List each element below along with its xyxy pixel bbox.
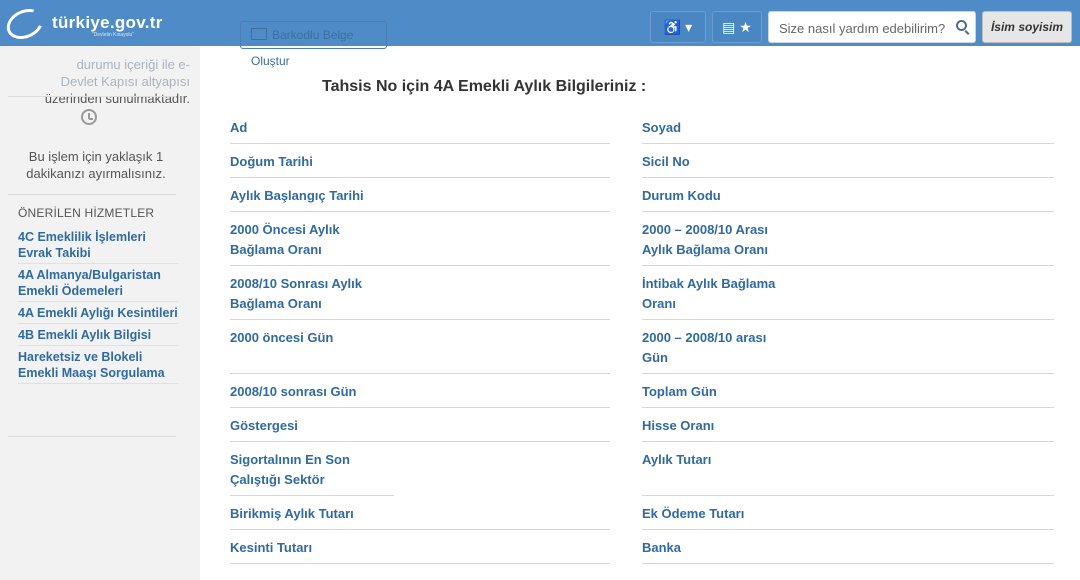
- page-title: Tahsis No için 4A Emekli Aylık Bilgileri…: [322, 78, 647, 95]
- field-label: Banka: [642, 540, 682, 555]
- field-kesinti-tutari: Kesinti Tutarı: [230, 530, 610, 564]
- suggested-link-4c-evrak[interactable]: 4C Emeklilik İşlemleri Evrak Takibi: [18, 229, 178, 264]
- field-label: 2000 Öncesi Aylık: [230, 222, 340, 237]
- suggested-link-4a-kesintiler[interactable]: 4A Emekli Aylığı Kesintileri: [18, 305, 178, 324]
- search-box[interactable]: [768, 11, 976, 43]
- user-menu-button[interactable]: İsim soyisim: [982, 11, 1072, 43]
- card-star-icon: ▤ ★: [722, 19, 752, 35]
- field-label: 2000 öncesi Gün: [230, 330, 334, 345]
- field-label: Bağlama Oranı: [230, 242, 322, 257]
- field-label: Ek Ödeme Tutarı: [642, 506, 745, 521]
- field-ad: Ad: [230, 110, 610, 144]
- left-field-column: Ad Doğum Tarihi Aylık Başlangıç Tarihi 2…: [230, 110, 610, 564]
- field-intibak-oran: İntibak Aylık Bağlama Oranı: [642, 266, 1054, 320]
- field-aylik-baslangic: Aylık Başlangıç Tarihi: [230, 178, 610, 212]
- document-icon: [251, 28, 267, 40]
- sidebar: durumu içeriği ile e- Devlet Kapısı alty…: [0, 0, 200, 580]
- field-gostergesi: Göstergesi: [230, 408, 610, 442]
- field-label: 2008/10 sonrası Gün: [230, 384, 357, 399]
- field-label: Soyad: [642, 120, 682, 135]
- field-hisse-orani: Hisse Oranı: [642, 408, 1054, 442]
- field-label: Oranı: [642, 296, 676, 311]
- field-2008-sonrasi-gun: 2008/10 sonrası Gün: [230, 374, 610, 408]
- field-label: Toplam Gün: [642, 384, 717, 399]
- field-label: Aylık Başlangıç Tarihi: [230, 188, 364, 203]
- field-ek-odeme: Ek Ödeme Tutarı: [642, 496, 1054, 530]
- sidebar-intro-line: üzerinden sunulmaktadır.: [44, 91, 190, 106]
- field-label: Çalıştığı Sektör: [230, 472, 325, 487]
- field-label: Kesinti Tutarı: [230, 540, 313, 555]
- field-2000-2008-oran: 2000 – 2008/10 Arası Aylık Bağlama Oranı: [642, 212, 1054, 266]
- favorites-button[interactable]: ▤ ★: [712, 11, 762, 43]
- suggested-link-4b-aylik[interactable]: 4B Emekli Aylık Bilgisi: [18, 327, 178, 346]
- field-label: Doğum Tarihi: [230, 154, 313, 169]
- top-header: türkiye.gov.tr “Devletin Kısayolu” ♿ ▾ ▤…: [0, 0, 1080, 46]
- field-label: Birikmiş Aylık Tutarı: [230, 506, 354, 521]
- sidebar-divider: [8, 194, 176, 195]
- turkiye-gov-logo[interactable]: türkiye.gov.tr “Devletin Kısayolu”: [1, 3, 202, 45]
- field-durum-kodu: Durum Kodu: [642, 178, 1054, 212]
- suggested-link-hareketsiz[interactable]: Hareketsiz ve Blokeli Emekli Maaşı Sorgu…: [18, 349, 178, 384]
- search-input[interactable]: [777, 16, 951, 40]
- sidebar-intro-faded-2: Devlet Kapısı altyapısı: [60, 74, 190, 89]
- field-label: İntibak Aylık Bağlama: [642, 276, 776, 291]
- field-soyad: Soyad: [642, 110, 1054, 144]
- sidebar-intro-faded-1: durumu içeriği ile e-: [76, 57, 190, 72]
- field-label: 2000 – 2008/10 arası: [642, 330, 767, 345]
- field-sicil-no: Sicil No: [642, 144, 1054, 178]
- sidebar-time-estimate: Bu işlem için yaklaşık 1 dakikanızı ayır…: [26, 149, 166, 181]
- field-label: Ad: [230, 120, 248, 135]
- field-son-sektor: Sigortalının En Son Çalıştığı Sektör: [230, 442, 394, 496]
- logo-subtitle: “Devletin Kısayolu”: [92, 32, 134, 38]
- field-label: Sicil No: [642, 154, 690, 169]
- field-dogum-tarihi: Doğum Tarihi: [230, 144, 610, 178]
- field-label: Sigortalının En Son: [230, 452, 350, 467]
- barcode-document-button[interactable]: Barkodlu Belge Oluştur: [240, 21, 387, 68]
- field-label: Aylık Bağlama Oranı: [642, 242, 768, 257]
- field-banka: Banka: [642, 530, 1054, 564]
- accessibility-icon: ♿ ▾: [663, 19, 693, 35]
- field-aylik-tutari: Aylık Tutarı: [642, 442, 1054, 496]
- field-label: 2000 – 2008/10 Arası: [642, 222, 769, 237]
- field-toplam-gun: Toplam Gün: [642, 374, 1054, 408]
- sidebar-intro: durumu içeriği ile e- Devlet Kapısı alty…: [0, 56, 190, 107]
- field-2000-2008-gun: 2000 – 2008/10 arası Gün: [642, 320, 1054, 374]
- suggested-services-list: 4C Emeklilik İşlemleri Evrak Takibi 4A A…: [18, 229, 178, 387]
- field-label: Hisse Oranı: [642, 418, 715, 433]
- search-icon[interactable]: [956, 20, 967, 31]
- field-label: Göstergesi: [230, 418, 298, 433]
- accessibility-button[interactable]: ♿ ▾: [650, 11, 706, 43]
- logo-text: türkiye.gov.tr: [52, 13, 163, 32]
- field-label: 2008/10 Sonrası Aylık: [230, 276, 363, 291]
- field-2000-oncesi-gun: 2000 öncesi Gün: [230, 320, 610, 374]
- right-field-column: Soyad Sicil No Durum Kodu 2000 – 2008/10…: [642, 110, 1054, 564]
- suggested-link-4a-almanya[interactable]: 4A Almanya/Bulgaristan Emekli Ödemeleri: [18, 267, 178, 302]
- sidebar-divider: [8, 96, 176, 97]
- field-label: Gün: [642, 350, 668, 365]
- field-label: Aylık Tutarı: [642, 452, 712, 467]
- field-label: Durum Kodu: [642, 188, 721, 203]
- field-2000-oncesi-oran: 2000 Öncesi Aylık Bağlama Oranı: [230, 212, 610, 266]
- suggested-services-heading: ÖNERİLEN HİZMETLER: [18, 206, 155, 220]
- field-label: Bağlama Oranı: [230, 296, 322, 311]
- sidebar-divider: [8, 436, 176, 437]
- field-birikmis-aylik: Birikmiş Aylık Tutarı: [230, 496, 610, 530]
- logo-swoosh-icon: [1, 3, 49, 45]
- clock-icon: [81, 109, 97, 125]
- field-2008-sonrasi-oran: 2008/10 Sonrası Aylık Bağlama Oranı: [230, 266, 610, 320]
